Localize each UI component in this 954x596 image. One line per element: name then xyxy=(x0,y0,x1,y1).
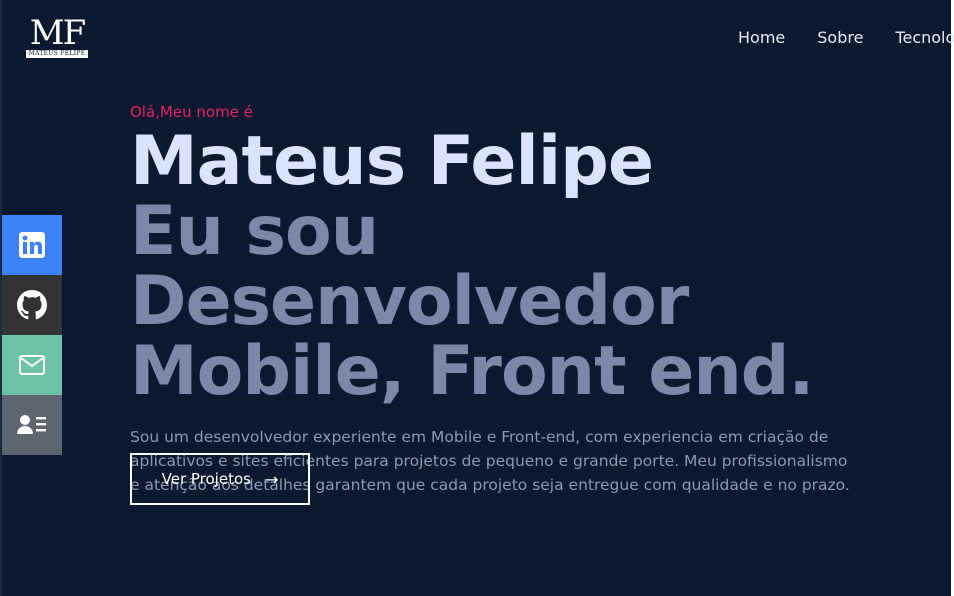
site-logo[interactable]: MF MATEUS FELIPE xyxy=(26,16,88,60)
hero-role-line1: Eu sou Desenvolvedor xyxy=(130,192,689,341)
main-nav: Home Sobre Tecnologias xyxy=(738,28,954,48)
nav-sobre[interactable]: Sobre xyxy=(817,28,863,48)
social-sidebar xyxy=(2,215,62,455)
hero-name: Mateus Felipe xyxy=(130,122,654,201)
arrow-right-icon: → xyxy=(264,469,279,489)
hero-section: Olá,Meu nome é Mateus Felipe Eu sou Dese… xyxy=(130,102,930,497)
nav-tecnologias[interactable]: Tecnologias xyxy=(895,28,954,48)
linkedin-icon xyxy=(19,232,45,258)
contact-card-icon xyxy=(17,415,46,434)
hero-greeting: Olá,Meu nome é xyxy=(130,103,253,121)
ver-projetos-button[interactable]: Ver Projetos → xyxy=(130,453,310,505)
mail-icon xyxy=(19,355,45,375)
nav-home[interactable]: Home xyxy=(738,28,785,48)
github-icon xyxy=(17,290,47,320)
resume-button[interactable] xyxy=(2,395,62,455)
logo-subtitle: MATEUS FELIPE xyxy=(26,50,88,58)
hero-role-line2: Mobile, Front end. xyxy=(130,332,814,411)
github-button[interactable] xyxy=(2,275,62,335)
linkedin-button[interactable] xyxy=(2,215,62,275)
ver-projetos-label: Ver Projetos xyxy=(161,470,251,488)
logo-mark: MF xyxy=(29,13,86,53)
email-button[interactable] xyxy=(2,335,62,395)
